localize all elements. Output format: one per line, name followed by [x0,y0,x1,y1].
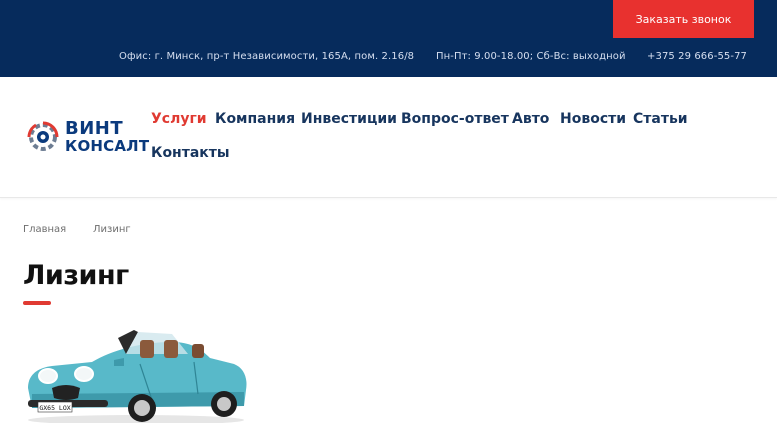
phone-link[interactable]: +375 29 666-55-77 [647,51,747,62]
nav-item-news[interactable]: Новости [560,111,626,127]
page-title: Лизинг [23,260,129,291]
logo-mark-icon [27,121,59,151]
nav-item-auto[interactable]: Авто [512,111,549,127]
office-address: Офис: г. Минск, пр-т Независимости, 165А… [119,51,415,62]
working-hours: Пн-Пт: 9.00-18.00; Сб-Вс: выходной [436,51,626,62]
nav-item-company[interactable]: Компания [215,111,295,127]
car-icon: GX65 LOX [28,330,247,423]
site-header: ВИНТ КОНСАЛТ Услуги Компания Инвестиции … [0,77,777,198]
top-bar: Заказать звонок Офис: г. Минск, пр-т Нез… [0,0,777,77]
breadcrumb-current: Лизинг [93,224,131,235]
breadcrumb-home[interactable]: Главная [23,224,66,235]
nav-item-services[interactable]: Услуги [151,111,207,127]
nav-item-faq[interactable]: Вопрос-ответ [401,111,509,127]
logo-line-2: КОНСАЛТ [65,137,150,155]
nav-item-contacts[interactable]: Контакты [151,145,230,161]
car-plate-text: GX65 LOX [39,404,70,412]
leasing-car-image: GX65 LOX [22,328,250,423]
site-logo[interactable]: ВИНТ КОНСАЛТ [27,118,149,155]
order-call-button[interactable]: Заказать звонок [613,0,754,38]
nav-item-investments[interactable]: Инвестиции [301,111,397,127]
logo-line-1: ВИНТ [65,118,124,139]
nav-item-articles[interactable]: Статьи [633,111,688,127]
title-underline [23,301,51,305]
